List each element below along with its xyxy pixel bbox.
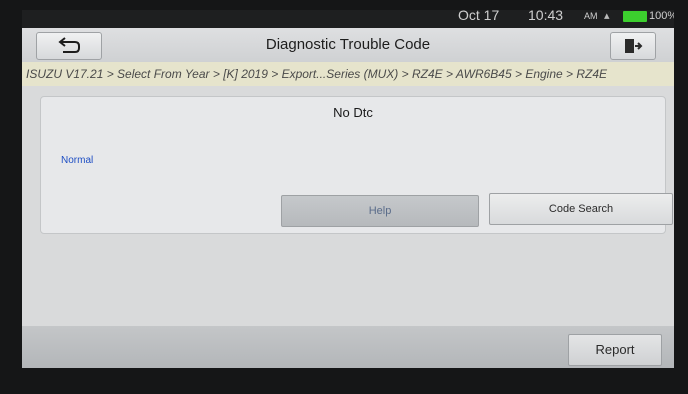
title-bar: Diagnostic Trouble Code [22,28,674,62]
dtc-message: No Dtc [333,105,373,120]
battery-icon [623,11,647,22]
help-button[interactable]: Help [281,195,479,227]
status-bar: Oct 17 10:43 AM ▴ 100% [22,10,674,28]
status-ampm: AM [584,11,598,21]
battery-percent: 100% [649,10,674,22]
breadcrumb: ISUZU V17.21 > Select From Year > [K] 20… [22,62,674,86]
dtc-result-card: No Dtc Normal Help Code Search [40,96,673,234]
device-bezel: Oct 17 10:43 AM ▴ 100% Diagnostic Troubl… [0,0,688,394]
report-button[interactable]: Report [568,334,662,366]
exit-button[interactable] [610,32,656,60]
exit-door-icon [625,39,643,53]
code-search-button[interactable]: Code Search [489,193,673,225]
status-time: 10:43 [528,10,564,23]
status-text: Normal [61,155,94,166]
device-screen: Oct 17 10:43 AM ▴ 100% Diagnostic Troubl… [22,10,674,368]
wifi-icon: ▴ [604,10,610,22]
status-date: Oct 17 [458,10,500,23]
page-title: Diagnostic Trouble Code [265,36,431,53]
bottom-bar: Report [22,326,674,368]
